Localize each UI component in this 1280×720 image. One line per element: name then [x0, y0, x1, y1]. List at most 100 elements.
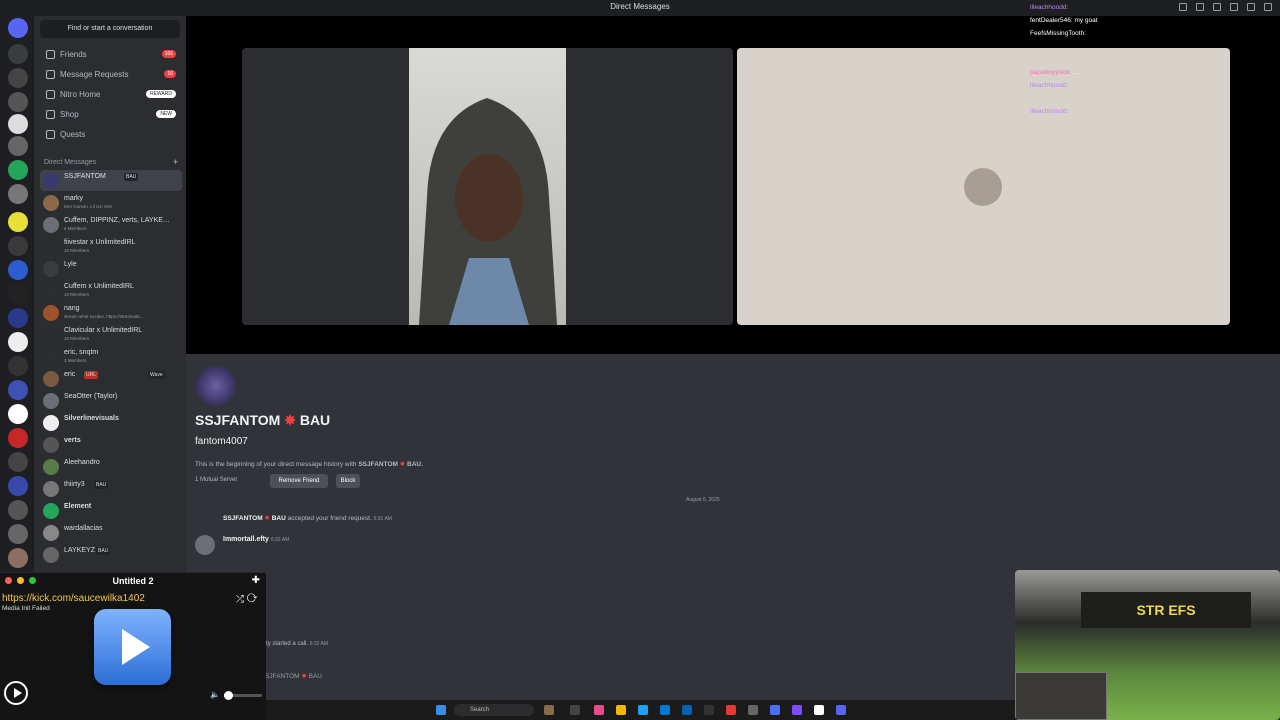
avatar: [43, 459, 59, 475]
discord-icon[interactable]: [836, 705, 846, 715]
app-icon[interactable]: [544, 705, 554, 715]
call-started-message: ty started a call. 6:32 AM: [266, 641, 329, 647]
server-icon[interactable]: [8, 524, 28, 544]
dm-item[interactable]: SeaOtter (Taylor): [40, 390, 182, 411]
stream-url[interactable]: https://kick.com/saucewilka1402: [2, 593, 202, 604]
dm-item[interactable]: eric, snqtm 3 Members: [40, 346, 182, 367]
pin-icon[interactable]: ✚: [252, 575, 260, 586]
dm-item[interactable]: Aleehandro: [40, 456, 182, 477]
wave-button[interactable]: Wave: [148, 371, 165, 379]
server-icon[interactable]: [8, 44, 28, 64]
app-icon[interactable]: [770, 705, 780, 715]
mutual-servers-link[interactable]: 1 Mutual Server: [195, 477, 237, 483]
taskbar-search[interactable]: Search: [454, 704, 534, 716]
server-icon[interactable]: [8, 380, 28, 400]
dm-item[interactable]: nang stream what excites, https://stream…: [40, 302, 182, 323]
server-icon[interactable]: [8, 500, 28, 520]
server-icon[interactable]: [8, 114, 28, 134]
dm-item[interactable]: Cuffem, DIPPINZ, verts, LAYKE… 6 Members: [40, 214, 182, 235]
server-icon[interactable]: [8, 308, 28, 328]
message-avatar[interactable]: [195, 535, 215, 555]
dm-item[interactable]: thiirty3 BAU: [40, 478, 182, 499]
dm-item[interactable]: eric URL Wave: [40, 368, 182, 389]
browser-icon[interactable]: [638, 705, 648, 715]
server-icon[interactable]: [8, 428, 28, 448]
dm-item[interactable]: Element: [40, 500, 182, 521]
dm-item[interactable]: fiivestar x UnlimitedIRL 10 Members: [40, 236, 182, 257]
chat-line: [1030, 56, 1160, 69]
server-icon[interactable]: [8, 404, 28, 424]
dm-item[interactable]: verts: [40, 434, 182, 455]
server-icon[interactable]: [8, 92, 28, 112]
server-icon[interactable]: [8, 260, 28, 280]
video-tile-local[interactable]: [242, 48, 733, 325]
server-icon[interactable]: [8, 212, 28, 232]
dm-item[interactable]: Clavicular x UnlimitedIRL 10 Members: [40, 324, 182, 345]
volume-icon[interactable]: 🔈: [210, 690, 220, 699]
app-icon[interactable]: [570, 705, 580, 715]
dm-item[interactable]: SSJFANTOM BAU: [40, 170, 182, 191]
create-dm-icon[interactable]: +: [173, 157, 178, 167]
remove-friend-button[interactable]: Remove Friend: [270, 474, 328, 488]
guild-tag: BAU: [94, 481, 109, 489]
volume-knob[interactable]: [224, 691, 233, 700]
dm-item[interactable]: LAYKEYZ BAU: [40, 544, 182, 565]
download-icon[interactable]: [1213, 3, 1221, 11]
dm-item[interactable]: marky Ken Carson, Lil Uzi Vert: [40, 192, 182, 213]
server-icon[interactable]: [8, 452, 28, 472]
avatar: [43, 503, 59, 519]
nav-message-requests[interactable]: Message Requests 16: [40, 66, 182, 84]
home-icon[interactable]: [8, 18, 28, 38]
server-icon[interactable]: [8, 136, 28, 156]
spark-icon: ✸: [301, 673, 307, 680]
app-icon[interactable]: [594, 705, 604, 715]
spark-icon: ✸: [284, 412, 296, 428]
minimize-icon[interactable]: [1230, 3, 1238, 11]
dm-item[interactable]: Cuffem x UnlimitedIRL 10 Members: [40, 280, 182, 301]
server-icon[interactable]: [8, 476, 28, 496]
start-icon[interactable]: [436, 705, 446, 715]
close-icon[interactable]: [1264, 3, 1272, 11]
help-icon[interactable]: [1196, 3, 1204, 11]
media-player-window: Untitled 2 ✚ https://kick.com/saucewilka…: [0, 572, 266, 720]
app-icon[interactable]: [726, 705, 736, 715]
volume-slider[interactable]: [224, 691, 262, 700]
server-icon[interactable]: [8, 356, 28, 376]
new-pill: NEW: [156, 110, 176, 118]
nav-nitro-home[interactable]: Nitro Home REWARD: [40, 86, 182, 104]
message-composer[interactable]: SJFANTOM ✸ BAU: [265, 672, 322, 680]
find-conversation-button[interactable]: Find or start a conversation: [40, 20, 180, 38]
app-icon[interactable]: [704, 705, 714, 715]
app-icon[interactable]: [682, 705, 692, 715]
nav-quests[interactable]: Quests: [40, 126, 182, 144]
reward-pill: REWARD: [145, 90, 176, 98]
shuffle-repeat-icons[interactable]: ⤮ ⟳: [236, 594, 258, 605]
dm-item[interactable]: Lyle: [40, 258, 182, 279]
server-icon[interactable]: [8, 236, 28, 256]
inbox-icon[interactable]: [1179, 3, 1187, 11]
folder-icon[interactable]: [616, 705, 626, 715]
nav-shop[interactable]: Shop NEW: [40, 106, 182, 124]
server-icon[interactable]: [8, 160, 28, 180]
screen: Direct Messages Find or start a conversa…: [0, 0, 1280, 720]
avatar: [43, 349, 59, 365]
play-button[interactable]: [94, 609, 171, 685]
server-icon[interactable]: [8, 548, 28, 568]
server-icon[interactable]: [8, 68, 28, 88]
block-button[interactable]: Block: [336, 474, 360, 488]
play-small-button[interactable]: [4, 681, 28, 705]
server-icon[interactable]: [8, 184, 28, 204]
app-icon[interactable]: [748, 705, 758, 715]
server-icon[interactable]: [8, 284, 28, 304]
dm-item[interactable]: Silverlinevisuals: [40, 412, 182, 433]
dm-item[interactable]: wardallacias: [40, 522, 182, 543]
nav-friends[interactable]: Friends 166: [40, 46, 182, 64]
avatar: [43, 327, 59, 343]
server-icon[interactable]: [8, 332, 28, 352]
profile-avatar[interactable]: [196, 366, 236, 406]
maximize-icon[interactable]: [1247, 3, 1255, 11]
app-icon[interactable]: [814, 705, 824, 715]
app-icon[interactable]: [660, 705, 670, 715]
app-icon[interactable]: [792, 705, 802, 715]
avatar: [43, 393, 59, 409]
